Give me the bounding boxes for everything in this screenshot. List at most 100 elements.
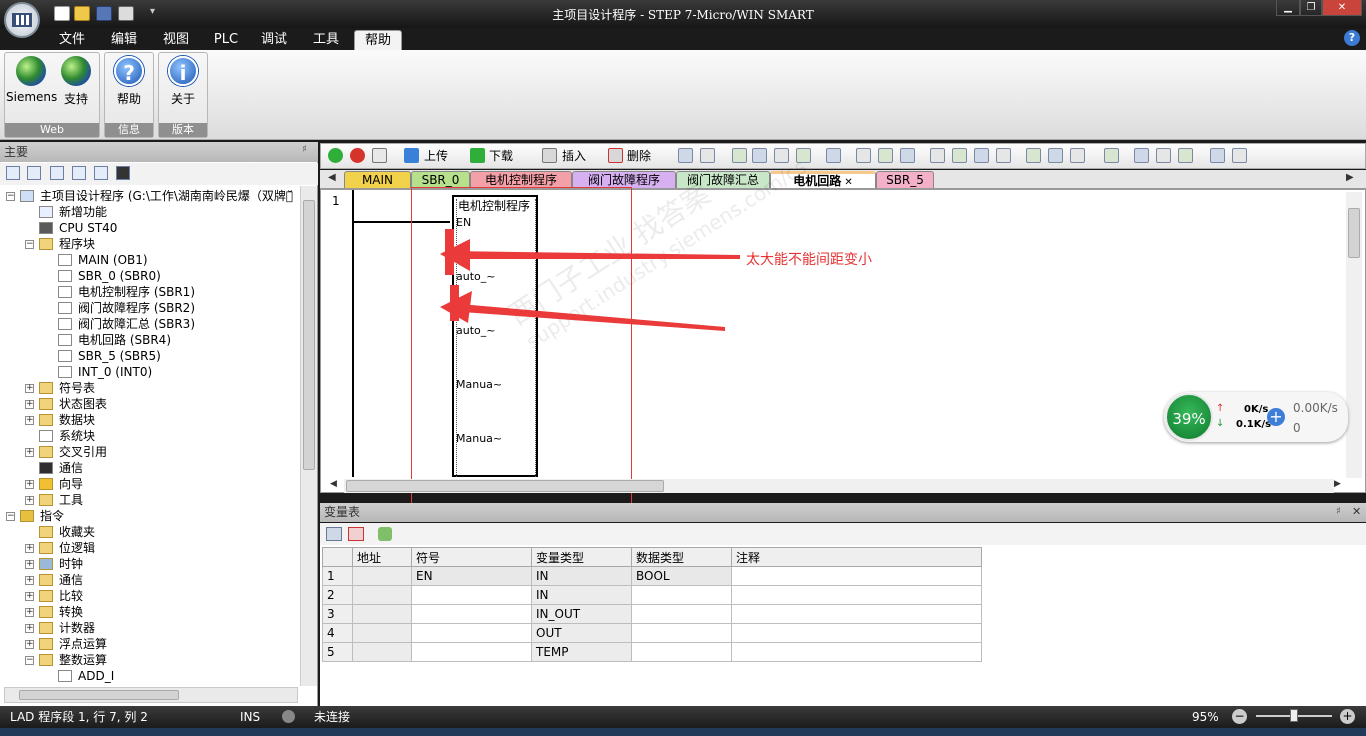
contact-icon[interactable]: [1048, 148, 1063, 163]
menu-edit[interactable]: 编辑: [104, 30, 144, 50]
table-cell[interactable]: IN: [531, 585, 632, 605]
monitor-icon[interactable]: [116, 166, 130, 180]
upload-button[interactable]: 上传: [424, 148, 448, 164]
scroll-thumb[interactable]: [346, 480, 664, 492]
zoom-slider-thumb[interactable]: [1290, 709, 1298, 722]
download-button[interactable]: 下载: [489, 148, 513, 164]
table-cell[interactable]: [631, 585, 732, 605]
tree-item[interactable]: SBR_0 (SBR0): [0, 268, 298, 284]
table-cell[interactable]: [352, 623, 412, 643]
memory-usage-badge[interactable]: 39%: [1165, 393, 1213, 441]
tree-tool-icon[interactable]: [94, 166, 108, 180]
tree-item[interactable]: + 符号表: [0, 380, 298, 396]
tree-item[interactable]: + 转换: [0, 604, 298, 620]
table-cell[interactable]: [731, 604, 982, 624]
zoom-out-icon[interactable]: −: [1232, 709, 1247, 724]
tree-item[interactable]: + 时钟: [0, 556, 298, 572]
column-header[interactable]: 数据类型: [631, 547, 732, 567]
scroll-left-icon[interactable]: ◀: [330, 479, 337, 489]
expand-icon[interactable]: +: [25, 480, 34, 489]
tab-program[interactable]: SBR_5: [876, 171, 934, 188]
pin-icon[interactable]: ♯: [1336, 506, 1341, 517]
tree-item[interactable]: 新增功能: [0, 204, 298, 220]
support-button[interactable]: 支持: [56, 56, 96, 110]
tree-tool-icon[interactable]: [6, 166, 20, 180]
branch-icon[interactable]: [974, 148, 989, 163]
close-button[interactable]: ✕: [1322, 0, 1362, 16]
tree-tool-icon[interactable]: [72, 166, 86, 180]
compare-icon[interactable]: [678, 148, 693, 163]
tree-tool-icon[interactable]: [50, 166, 64, 180]
table-cell[interactable]: [411, 642, 532, 662]
table-cell[interactable]: [411, 585, 532, 605]
scroll-right-icon[interactable]: ▶: [1334, 479, 1341, 489]
table-cell[interactable]: OUT: [531, 623, 632, 643]
refresh-icon[interactable]: [378, 527, 392, 541]
table-cell[interactable]: IN: [531, 566, 632, 586]
pin-icon[interactable]: ♯: [302, 144, 307, 155]
tree-item[interactable]: + 向导: [0, 476, 298, 492]
tree-item[interactable]: INT_0 (INT0): [0, 364, 298, 380]
download-icon[interactable]: [470, 148, 485, 163]
insert-row-icon[interactable]: [326, 527, 342, 541]
table-row[interactable]: 4 OUT: [322, 623, 982, 643]
tree-item[interactable]: − 主项目设计程序 (G:\工作\湖南南岭民爆（双牌一̆: [0, 188, 298, 204]
about-button[interactable]: i 关于: [160, 56, 206, 110]
wire-icon[interactable]: [996, 148, 1011, 163]
tree-item[interactable]: + 数据块: [0, 412, 298, 428]
menu-help[interactable]: 帮助: [354, 30, 402, 50]
tree-item[interactable]: 阀门故障程序 (SBR2): [0, 300, 298, 316]
tree-item[interactable]: SBR_5 (SBR5): [0, 348, 298, 364]
app-logo-icon[interactable]: [4, 2, 40, 38]
property-icon[interactable]: [1232, 148, 1247, 163]
tab-close-icon[interactable]: ✕: [841, 177, 852, 188]
lock-icon[interactable]: [900, 148, 915, 163]
scroll-thumb[interactable]: [303, 200, 315, 470]
tree-item[interactable]: + 计数器: [0, 620, 298, 636]
expand-icon[interactable]: +: [25, 624, 34, 633]
compile-icon[interactable]: [372, 148, 387, 163]
table-cell[interactable]: EN: [411, 566, 532, 586]
table-cell[interactable]: [731, 585, 982, 605]
insert-button[interactable]: 插入: [562, 148, 586, 164]
table-cell[interactable]: [352, 604, 412, 624]
tab-program[interactable]: 电机控制程序: [470, 171, 572, 188]
siemens-button[interactable]: Siemens: [6, 56, 57, 110]
menu-debug[interactable]: 调试: [254, 30, 294, 50]
upload-icon[interactable]: [404, 148, 419, 163]
table-cell[interactable]: [352, 566, 412, 586]
tree-item[interactable]: + 交叉引用: [0, 444, 298, 460]
tab-scroll-left-icon[interactable]: ◀: [328, 172, 336, 183]
key-icon[interactable]: [1210, 148, 1225, 163]
column-header[interactable]: 符号: [411, 547, 532, 567]
tree-vertical-scrollbar[interactable]: [300, 186, 317, 686]
table-row[interactable]: 1 EN IN BOOL: [322, 566, 982, 586]
tree-item[interactable]: − 程序块: [0, 236, 298, 252]
tree-item[interactable]: MAIN (OB1): [0, 252, 298, 268]
tab-program[interactable]: SBR_0: [411, 171, 470, 188]
scroll-thumb[interactable]: [1348, 208, 1360, 258]
collapse-icon[interactable]: −: [6, 512, 15, 521]
delete-button[interactable]: 删除: [627, 148, 651, 164]
expand-icon[interactable]: +: [25, 640, 34, 649]
scroll-thumb[interactable]: [19, 690, 179, 700]
table-cell[interactable]: TEMP: [531, 642, 632, 662]
table-cell[interactable]: [352, 642, 412, 662]
menu-file[interactable]: 文件: [52, 30, 92, 50]
table-cell[interactable]: IN_OUT: [531, 604, 632, 624]
table-cell[interactable]: BOOL: [631, 566, 732, 586]
expand-icon[interactable]: +: [25, 544, 34, 553]
tree-item[interactable]: + 位逻辑: [0, 540, 298, 556]
tree-item[interactable]: 收藏夹: [0, 524, 298, 540]
tree-item[interactable]: ADD_I: [0, 668, 298, 684]
table-cell[interactable]: [731, 623, 982, 643]
tree-item[interactable]: + 状态图表: [0, 396, 298, 412]
minimize-button[interactable]: ▁: [1276, 0, 1300, 16]
zoom-in-icon[interactable]: +: [1340, 709, 1355, 724]
expand-icon[interactable]: +: [25, 496, 34, 505]
box-icon[interactable]: [1104, 148, 1119, 163]
edit-icon[interactable]: [1156, 148, 1171, 163]
tree-item[interactable]: 电机控制程序 (SBR1): [0, 284, 298, 300]
tab-program[interactable]: MAIN: [344, 171, 411, 188]
column-header[interactable]: 注释: [731, 547, 982, 567]
